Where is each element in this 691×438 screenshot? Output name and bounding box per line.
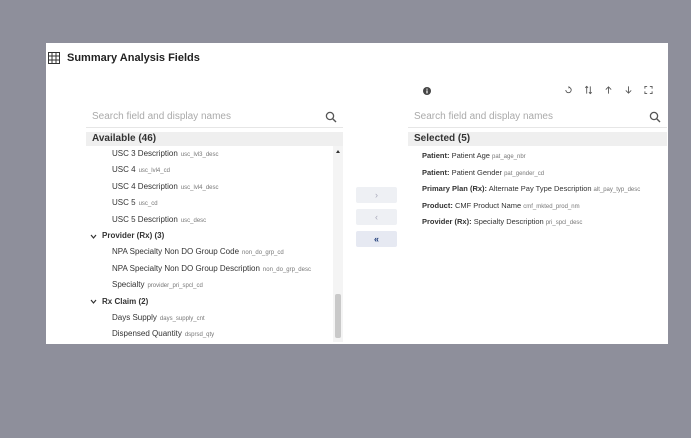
list-item[interactable]: USC 3 Description usc_lvl3_desc	[86, 146, 343, 162]
field-label: Patient Age	[451, 151, 490, 160]
field-code: usc_lvl4_cd	[138, 168, 170, 175]
move-down-icon[interactable]	[624, 85, 633, 95]
field-label: Patient Gender	[451, 167, 503, 177]
table-grid-icon	[48, 52, 60, 64]
list-item[interactable]: Days Supply days_supply_cnt	[86, 310, 343, 326]
reset-icon[interactable]	[564, 85, 573, 95]
field-label: NPA Specialty Non DO Group Code	[112, 247, 240, 257]
field-code: usc_cd	[138, 201, 158, 208]
list-item[interactable]: Patient: Patient Age pat_age_nbr	[408, 148, 667, 165]
remove-all-button[interactable]: «	[356, 231, 397, 247]
list-item[interactable]: Dispensed Quantity dsprsd_qty	[86, 326, 343, 342]
selected-fields-column: Selected (5) Patient: Patient Agepat_age…	[408, 106, 667, 344]
field-category: Product:	[422, 200, 453, 210]
sort-icon[interactable]	[584, 85, 593, 95]
field-code: usc_desc	[180, 217, 207, 224]
field-code: non_do_grp_desc	[262, 266, 311, 273]
group-header[interactable]: Rx Claim (2)	[86, 294, 343, 310]
field-code: dsprsd_qty	[184, 332, 215, 339]
field-code: provider_pri_spcl_cd	[147, 283, 203, 290]
available-scrollbar[interactable]	[333, 146, 343, 342]
chevron-down-icon[interactable]	[90, 298, 97, 305]
panel-title: Summary Analysis Fields	[67, 52, 200, 64]
field-label: Specialty Description	[473, 217, 544, 226]
field-label: USC 4 Description	[112, 181, 178, 191]
list-item[interactable]: Product: CMF Product Name cmf_mkted_prod_…	[408, 198, 667, 215]
scroll-up-arrow-icon[interactable]	[336, 150, 340, 153]
selected-list-title: Selected (5)	[408, 132, 667, 146]
field-label: USC 3 Description	[112, 149, 178, 158]
panel-header: Summary Analysis Fields	[46, 49, 200, 67]
move-right-button[interactable]: ›	[356, 187, 397, 203]
info-icon[interactable]	[423, 87, 431, 95]
field-label: CMF Product Name	[454, 200, 522, 210]
move-up-icon[interactable]	[604, 85, 613, 95]
search-icon[interactable]	[325, 111, 337, 123]
chevron-down-icon[interactable]	[90, 233, 97, 240]
field-label: USC 5 Description	[112, 214, 178, 224]
field-category: Primary Plan (Rx):	[422, 184, 488, 193]
available-list-title: Available (46)	[86, 132, 343, 146]
available-search	[86, 106, 343, 128]
list-item[interactable]: USC 5 Description usc_desc	[86, 212, 343, 228]
list-item[interactable]: Patient: Patient Gender pat_gender_cd	[408, 165, 667, 182]
field-label: NPA Specialty Non DO Group Description	[112, 263, 260, 273]
selected-search	[408, 106, 667, 128]
field-code: pat_gender_cd	[504, 170, 545, 177]
search-icon[interactable]	[649, 111, 661, 123]
list-item[interactable]: USC 4 usc_lvl4_cd	[86, 162, 343, 178]
field-code: cmf_mkted_prod_nm	[523, 203, 580, 210]
list-item[interactable]: USC 4 Description usc_lvl4_desc	[86, 179, 343, 195]
expand-icon[interactable]	[644, 85, 653, 95]
selected-toolbar	[564, 85, 653, 95]
field-code: pat_age_nbr	[491, 154, 526, 160]
list-item[interactable]: NPA Specialty Non DO Group Code non_do_gr…	[86, 244, 343, 260]
available-fields-column: Available (46) USC 3 Descriptionusc_lvl3…	[86, 106, 343, 344]
field-label: USC 5	[112, 198, 136, 208]
field-code: days_supply_cnt	[159, 315, 205, 322]
field-category: Provider (Rx):	[422, 217, 472, 226]
field-label: Dispensed Quantity	[112, 329, 182, 339]
field-label: Specialty	[112, 280, 145, 290]
group-label: Rx Claim (2)	[102, 296, 149, 306]
selected-search-input[interactable]	[414, 111, 614, 122]
list-item[interactable]: Provider (Rx): Specialty Description pri_…	[408, 214, 667, 231]
summary-analysis-panel: Summary Analysis Fields Available (46) U…	[46, 43, 668, 344]
field-code: alt_pay_typ_desc	[593, 187, 641, 193]
selected-list: Patient: Patient Age pat_age_nbr Patient: …	[408, 146, 667, 342]
field-category: Patient:	[422, 167, 450, 177]
field-category: Patient:	[422, 151, 450, 160]
move-left-button[interactable]: ‹	[356, 209, 397, 225]
field-code: usc_lvl4_desc	[180, 184, 219, 191]
field-label: Days Supply	[112, 312, 157, 322]
list-item[interactable]: Primary Plan (Rx): Alternate Pay Type De…	[408, 181, 667, 198]
field-label: Alternate Pay Type Description	[488, 184, 592, 193]
available-search-input[interactable]	[92, 111, 292, 122]
group-header[interactable]: Provider (Rx) (3)	[86, 228, 343, 244]
list-item[interactable]: NPA Specialty Non DO Group Description no…	[86, 261, 343, 277]
available-list: USC 3 Description usc_lvl3_desc USC 4 usc_l…	[86, 146, 343, 342]
field-label: USC 4	[112, 165, 136, 175]
list-item[interactable]: USC 5 usc_cd	[86, 195, 343, 211]
field-code: usc_lvl3_desc	[180, 152, 219, 158]
field-code: non_do_grp_cd	[242, 250, 284, 257]
scroll-thumb[interactable]	[335, 294, 341, 338]
group-label: Provider (Rx) (3)	[102, 230, 165, 240]
field-code: pri_spcl_desc	[545, 220, 583, 226]
list-item[interactable]: Specialty provider_pri_spcl_cd	[86, 277, 343, 293]
